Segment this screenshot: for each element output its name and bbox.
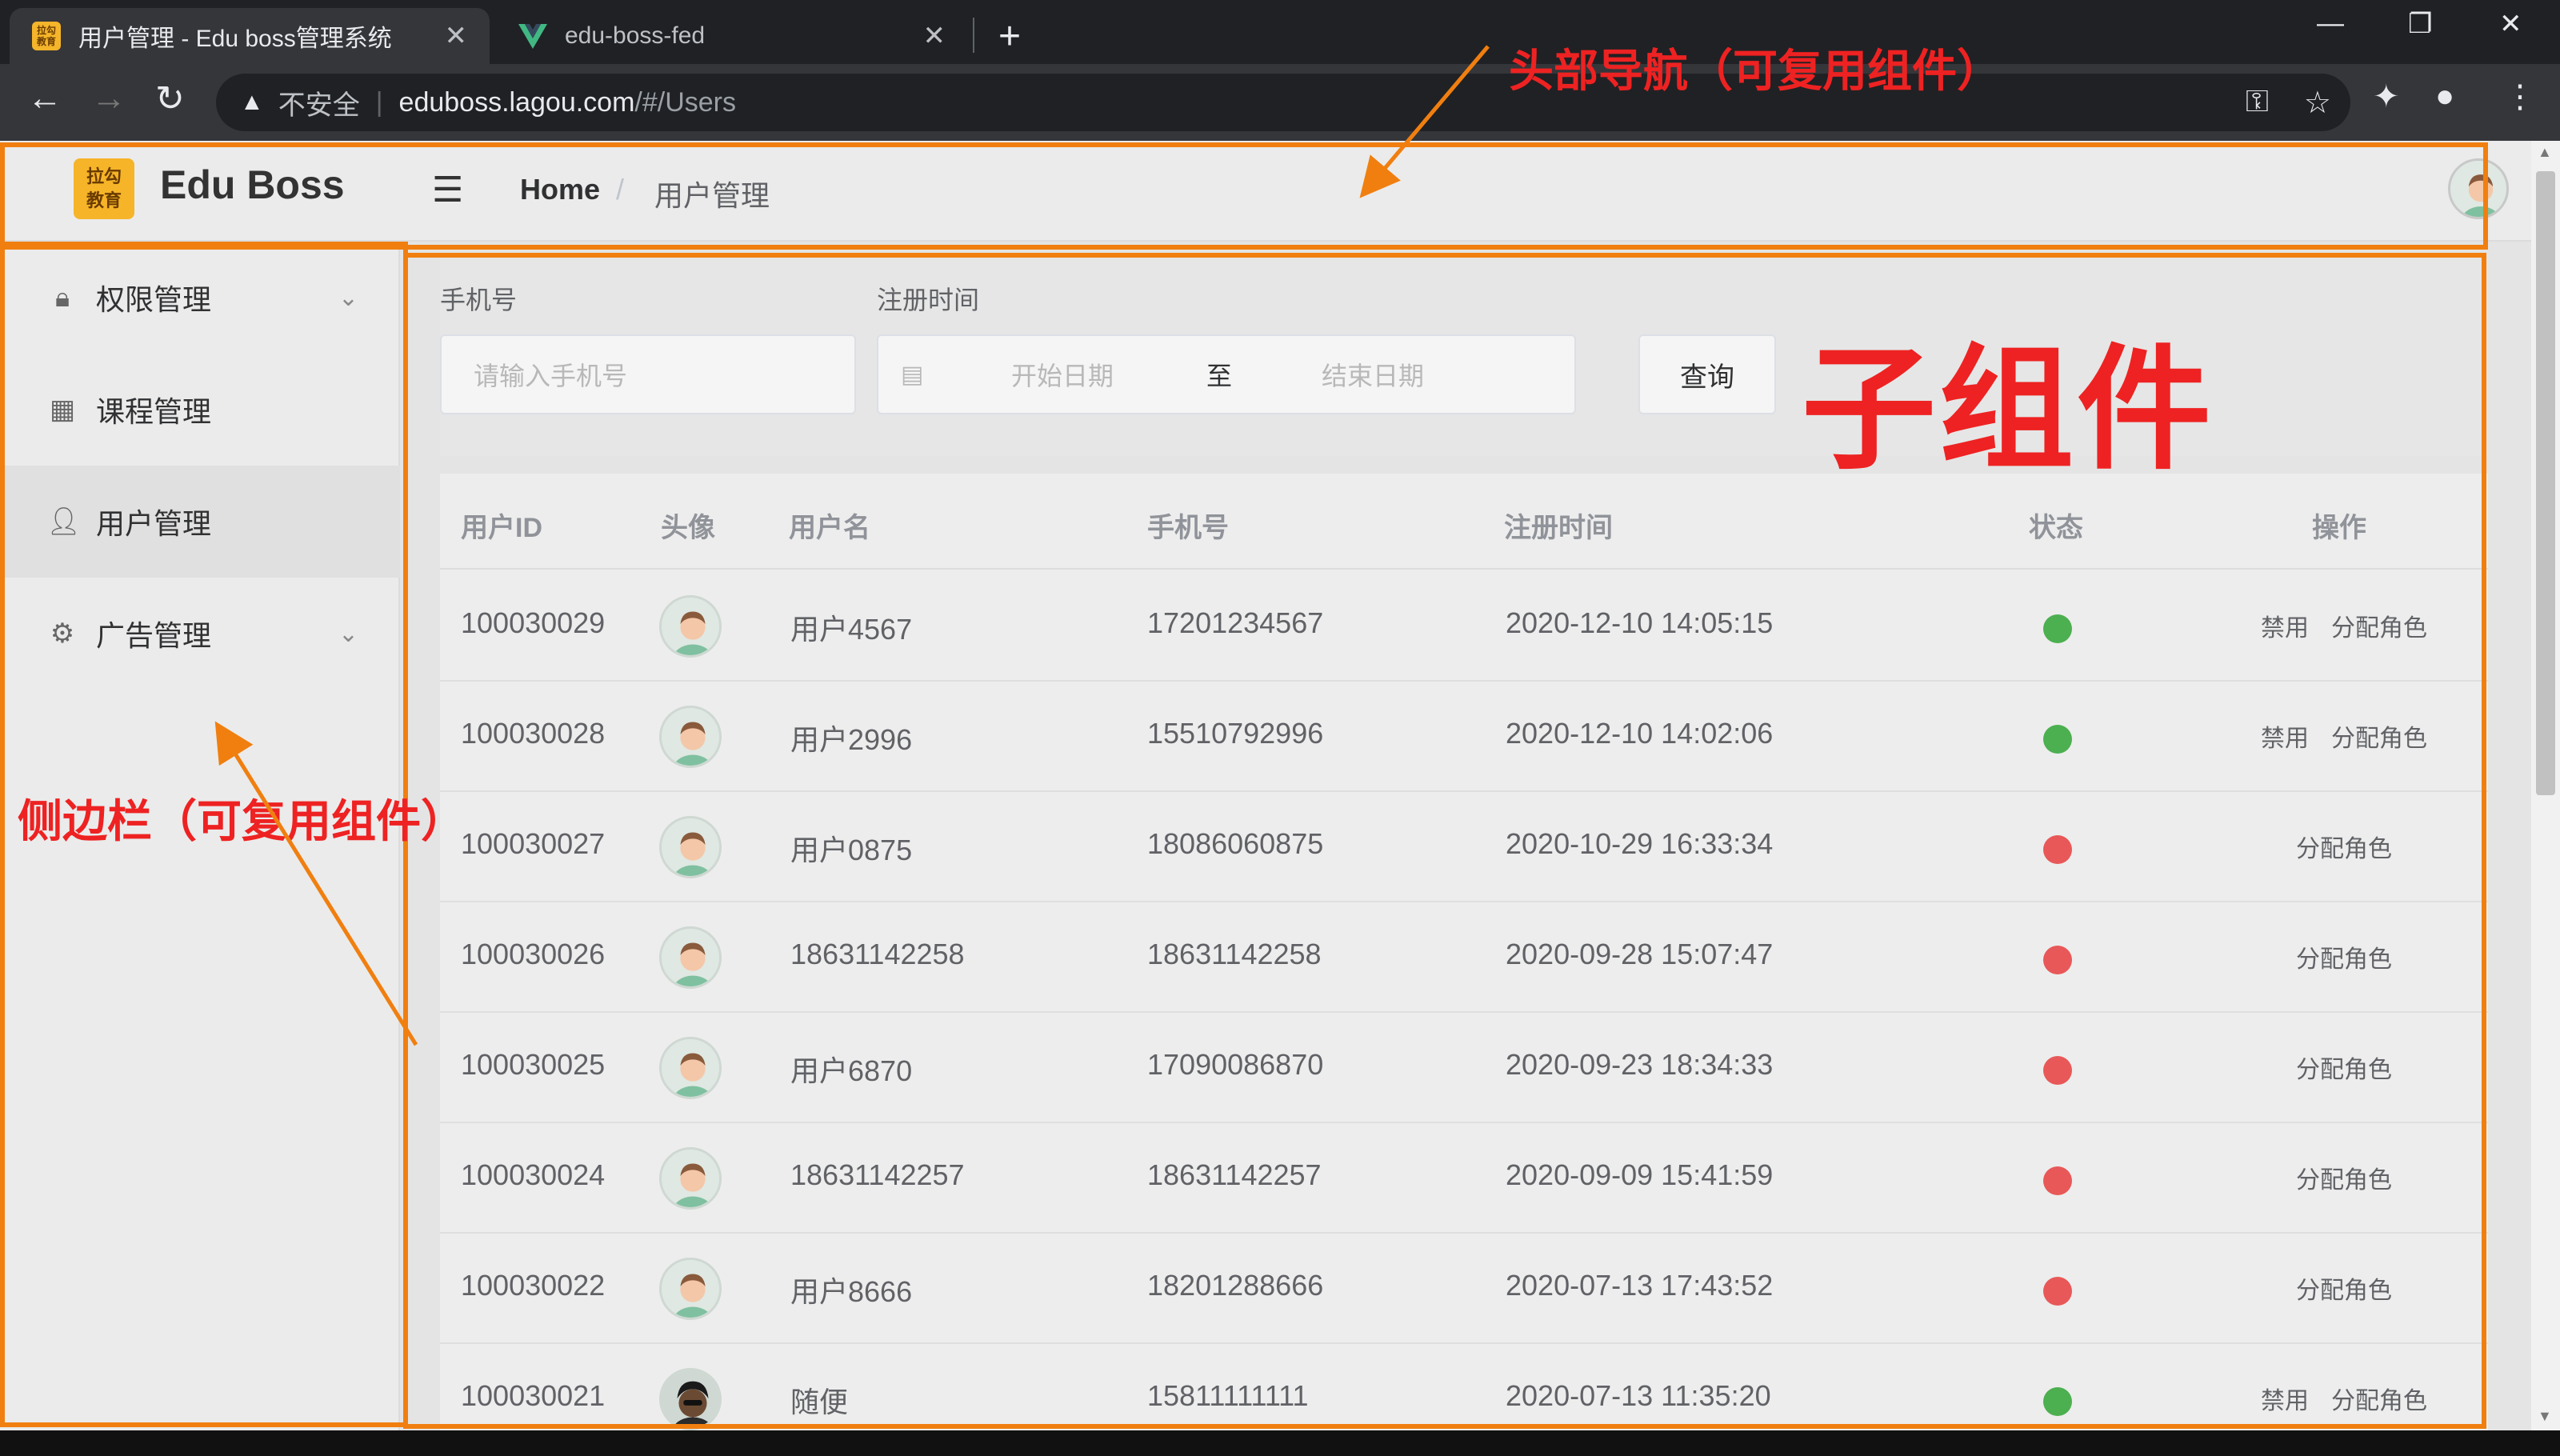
- sidebar-annotation-arrow: [214, 721, 418, 1046]
- header-annotation-arrow: [1359, 45, 1490, 198]
- page-scrollbar[interactable]: ▲ ▼: [2531, 141, 2560, 1430]
- annotation-arrows: [214, 45, 1490, 1046]
- scroll-up-icon[interactable]: ▲: [2538, 144, 2552, 161]
- bottom-edge: [0, 1430, 2560, 1456]
- scroll-down-icon[interactable]: ▼: [2538, 1408, 2552, 1425]
- scrollbar-thumb[interactable]: [2536, 171, 2555, 795]
